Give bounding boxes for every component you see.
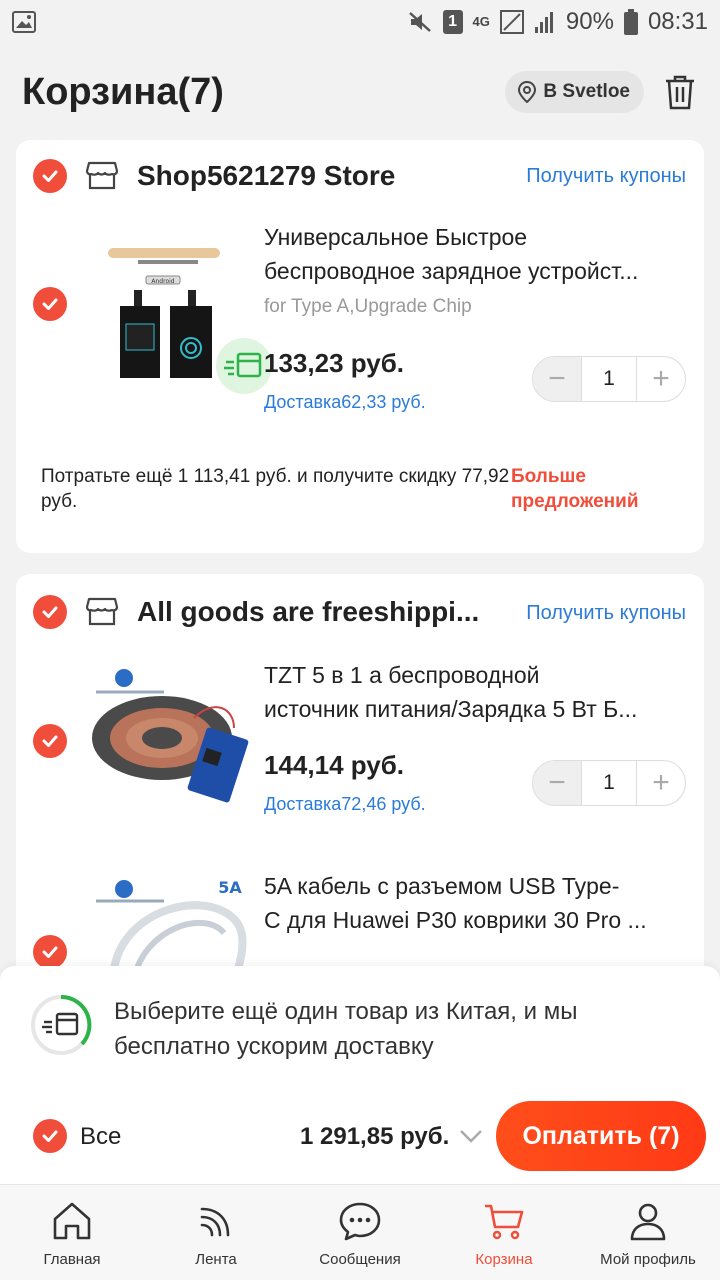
page-title: Корзина(7) (22, 70, 224, 113)
product-title[interactable]: Универсальное Быстрое беспроводное заряд… (264, 220, 684, 288)
fast-delivery-progress-icon (31, 994, 92, 1055)
item-select-checkbox[interactable] (33, 724, 67, 758)
discount-promo-text: Потратьте ещё 1 113,41 руб. и получите с… (41, 466, 510, 512)
increase-quantity-button[interactable]: + (637, 357, 685, 401)
checkout-button[interactable]: Оплатить (7) (496, 1101, 706, 1171)
shipping-cost: Доставка72,46 руб. (264, 794, 426, 814)
signal-icon (534, 12, 553, 33)
product-title[interactable]: 5A кабель с разъемом USB Type- C для Hua… (264, 869, 684, 937)
checkmark-icon (42, 298, 58, 310)
store-name[interactable]: Shop5621279 Store (137, 160, 497, 192)
get-coupons-link[interactable]: Получить купоны (526, 602, 686, 625)
svg-text:Android: Android (151, 278, 174, 285)
store-header: All goods are freeshippi... Получить куп… (16, 574, 704, 646)
tab-cart[interactable]: Корзина (432, 1185, 576, 1280)
store-card: Shop5621279 Store Получить купоны Androi… (16, 140, 704, 553)
checkmark-icon (42, 606, 58, 618)
cart-icon (485, 1204, 524, 1240)
store-header: Shop5621279 Store Получить купоны (16, 140, 704, 212)
checkmark-icon (42, 1130, 58, 1142)
chevron-down-icon[interactable] (458, 1126, 484, 1146)
product-title-line1: 5A кабель с разъемом USB Type- (264, 873, 620, 899)
store-select-checkbox[interactable] (33, 595, 67, 629)
product-title-line1: Универсальное Быстрое (264, 224, 528, 250)
product-title-line2: беспроводное зарядное устройст... (264, 258, 639, 284)
tab-label: Лента (195, 1251, 237, 1268)
messages-icon (339, 1202, 381, 1241)
battery-icon (623, 9, 638, 35)
get-coupons-link[interactable]: Получить купоны (526, 165, 686, 188)
store-icon (86, 161, 118, 190)
tab-home[interactable]: Главная (0, 1185, 144, 1280)
tab-feed[interactable]: Лента (144, 1185, 288, 1280)
quantity-value[interactable]: 1 (581, 761, 637, 805)
checkmark-icon (42, 946, 58, 958)
product-price: 133,23 руб. (264, 348, 405, 378)
checkmark-icon (42, 735, 58, 747)
location-chip[interactable]: В Svetloe (505, 71, 644, 113)
increase-quantity-button[interactable]: + (637, 761, 685, 805)
quantity-stepper: − 1 + (532, 356, 686, 402)
trash-icon (666, 75, 694, 110)
wireless-charging-coil-image (92, 669, 249, 803)
product-title-line2: источник питания/Зарядка 5 Вт Б... (264, 696, 638, 722)
fast-delivery-hint: Выберите ещё один товар из Китая, и мы б… (114, 998, 578, 1060)
network-type: 4G (472, 14, 490, 29)
delete-button[interactable] (662, 72, 698, 112)
select-all-label[interactable]: Все (80, 1123, 121, 1151)
bottom-navigation: Главная Лента Сообщения Корзина Мой проф… (0, 1184, 720, 1280)
gallery-notification-icon (12, 11, 36, 33)
battery-percent: 90% (565, 8, 614, 35)
cart-header: Корзина(7) В Svetloe (0, 44, 720, 140)
product-title-line1: TZT 5 в 1 а беспроводной (264, 662, 540, 688)
checkout-panel: Выберите ещё один товар из Китая, и мы б… (0, 966, 720, 1184)
tab-label: Сообщения (319, 1251, 401, 1268)
location-pin-icon (518, 81, 537, 103)
item-select-checkbox[interactable] (33, 287, 67, 321)
feed-icon (200, 1207, 230, 1237)
store-select-checkbox[interactable] (33, 159, 67, 193)
store-name[interactable]: All goods are freeshippi... (137, 596, 487, 628)
tab-profile[interactable]: Мой профиль (576, 1185, 720, 1280)
store-icon (86, 597, 118, 626)
quantity-stepper: − 1 + (532, 760, 686, 806)
mute-icon (408, 12, 431, 32)
select-all-checkbox[interactable] (33, 1119, 67, 1153)
product-title[interactable]: TZT 5 в 1 а беспроводной источник питани… (264, 658, 684, 726)
signal-empty-icon (499, 10, 524, 34)
tab-label: Главная (43, 1251, 101, 1268)
store-card: All goods are freeshippi... Получить куп… (16, 574, 704, 994)
tab-label: Мой профиль (600, 1251, 696, 1268)
cart-item: TZT 5 в 1 а беспроводной источник питани… (16, 658, 704, 858)
clock: 08:31 (647, 8, 708, 35)
tab-label: Корзина (475, 1251, 533, 1268)
sim-badge: 1 (442, 10, 463, 34)
tab-messages[interactable]: Сообщения (288, 1185, 432, 1280)
product-price: 144,14 руб. (264, 750, 405, 780)
product-variant[interactable]: for Type A,Upgrade Chip (264, 296, 472, 318)
product-title-line2: C для Huawei P30 коврики 30 Pro ... (264, 907, 647, 933)
checkmark-icon (42, 170, 58, 182)
decrease-quantity-button[interactable]: − (533, 761, 581, 805)
cart-item: Android Универсальное Быстрое беспроводн… (16, 220, 704, 420)
cart-total: 1 291,85 руб. (300, 1123, 450, 1150)
product-image[interactable] (84, 658, 258, 832)
more-offers-link[interactable]: Больше предложений (511, 464, 671, 514)
profile-icon (630, 1203, 666, 1241)
status-bar: 1 4G 90% 08:31 (0, 0, 720, 44)
shipping-cost: Доставка62,33 руб. (264, 392, 426, 412)
decrease-quantity-button[interactable]: − (533, 357, 581, 401)
svg-text:5A: 5A (218, 878, 242, 897)
location-label: В Svetloe (543, 81, 630, 102)
home-icon (53, 1202, 91, 1240)
quantity-value[interactable]: 1 (581, 357, 637, 401)
item-select-checkbox[interactable] (33, 935, 67, 969)
